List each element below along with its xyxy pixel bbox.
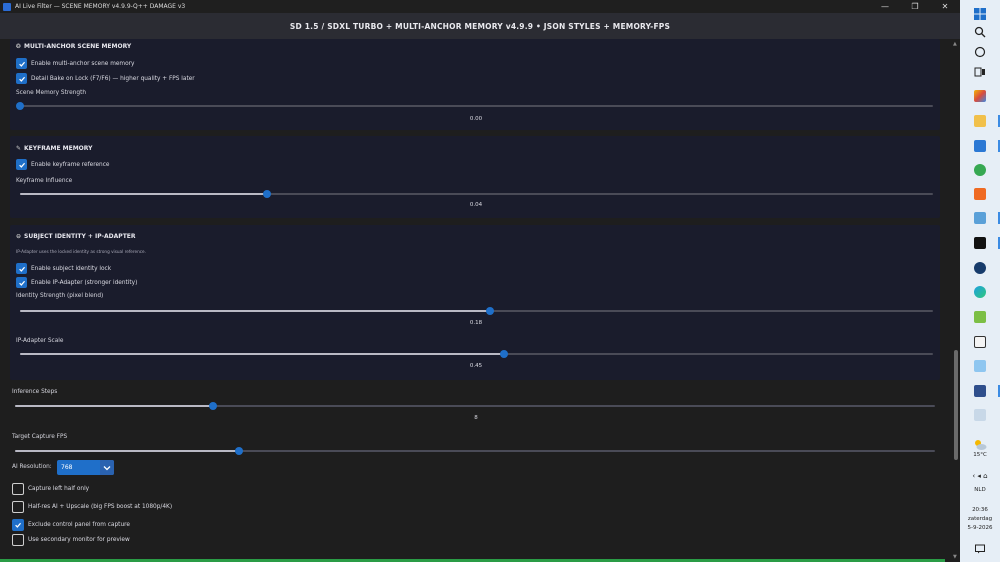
ipadapter-enable-checkbox[interactable]: Enable IP-Adapter (stronger identity) [16,277,137,288]
lock-icon: ⊖ [16,233,22,240]
identity-strength-label: Identity Strength (pixel blend) [16,293,104,299]
scroll-down-icon[interactable]: ▼ [953,554,957,560]
brain-icon: ❂ [16,43,22,50]
capture-left-half-checkbox[interactable]: Capture left half only [12,483,89,495]
slider-thumb[interactable] [499,350,508,358]
scene-memory-heading: ❂ MULTI-ANCHOR SCENE MEMORY [16,43,132,50]
close-button[interactable]: ✕ [930,0,960,13]
checkbox-box[interactable] [12,519,24,531]
target-fps-slider[interactable] [15,447,935,455]
scene-memory-strength-label: Scene Memory Strength [16,90,87,96]
orange-app-icon[interactable] [970,185,990,203]
steam-icon[interactable] [970,259,990,277]
vertical-scrollbar[interactable]: ▲ ▼ [952,39,960,562]
detail-bake-checkbox[interactable]: Detail Bake on Lock (F7/F6) — higher qua… [16,73,195,84]
keyframe-enable-checkbox[interactable]: Enable keyframe reference [16,159,109,170]
app-icon [3,2,11,11]
app-header: SD 1.5 / SDXL TURBO + MULTI-ANCHOR MEMOR… [0,13,960,39]
checkbox-box[interactable] [12,501,24,513]
notification-icon[interactable] [970,540,990,558]
start-icon[interactable] [970,5,990,23]
subject-identity-heading: ⊖ SUBJECT IDENTITY + IP-ADAPTER [16,233,136,240]
settings-scroll-area: ❂ MULTI-ANCHOR SCENE MEMORY Enable multi… [0,39,952,562]
inference-steps-slider[interactable] [15,402,935,410]
clock-time[interactable]: 20:36 [960,507,1000,513]
edge-browser-icon[interactable] [970,283,990,301]
ipadapter-note: IP-Adapter uses the locked identity as s… [16,249,146,254]
checkbox-box[interactable] [16,277,27,288]
keyframe-influence-value: 0.04 [469,202,483,208]
maximize-button[interactable]: ❐ [900,0,930,13]
subject-lock-checkbox[interactable]: Enable subject identity lock [16,263,111,274]
ipadapter-scale-label: IP-Adapter Scale [16,338,64,344]
slider-thumb[interactable] [16,102,24,110]
inference-steps-value: 8 [474,415,478,421]
scroll-up-icon[interactable]: ▲ [953,41,957,47]
ipadapter-scale-slider[interactable] [20,350,933,358]
scene-memory-panel: ❂ MULTI-ANCHOR SCENE MEMORY Enable multi… [10,39,940,130]
slider-thumb[interactable] [234,447,243,455]
viewer-app-icon[interactable] [970,209,990,227]
brush-app-icon[interactable] [970,406,990,424]
paint-app-icon[interactable] [970,87,990,105]
scene-memory-enable-checkbox[interactable]: Enable multi-anchor scene memory [16,58,134,69]
green-app-icon[interactable] [970,161,990,179]
store-app-icon[interactable] [970,137,990,155]
ipadapter-scale-value: 0.45 [469,363,483,369]
keyframe-influence-slider[interactable] [20,190,933,198]
checkbox-box[interactable] [16,263,27,274]
slider-thumb[interactable] [486,307,495,315]
inference-steps-label: Inference Steps [12,389,58,395]
ai-resolution-label: AI Resolution: [12,464,52,470]
minimize-button[interactable]: — [870,0,900,13]
search-icon[interactable] [970,23,990,41]
ai-resolution-value: 768 [61,464,73,471]
iv-app-icon[interactable] [970,333,990,351]
checkbox-box[interactable] [12,483,24,495]
photos-app-icon[interactable] [970,308,990,326]
identity-strength-value: 0.18 [469,320,483,326]
slider-thumb[interactable] [208,402,217,410]
identity-strength-slider[interactable] [20,307,933,315]
weather-temp: 15°C [973,452,987,458]
tray-icons[interactable]: ‹ ◂ ⌂ [960,472,1000,480]
chevron-down-icon[interactable] [100,460,114,475]
slider-thumb[interactable] [262,190,271,198]
task-view-icon[interactable] [970,63,990,81]
taskbar: 15°C ‹ ◂ ⌂ NLD 20:36 zaterdag 5-9-2026 [960,0,1000,562]
window-title: AI Live Filter — SCENE MEMORY v4.9.9-Q++… [15,3,186,10]
keyframe-panel: ✎ KEYFRAME MEMORY Enable keyframe refere… [10,136,940,218]
target-fps-label: Target Capture FPS [12,434,68,440]
scene-memory-strength-value: 0.00 [469,116,483,122]
checkbox-box[interactable] [16,58,27,69]
exclude-control-panel-checkbox[interactable]: Exclude control panel from capture [12,519,130,531]
keyframe-heading: ✎ KEYFRAME MEMORY [16,145,93,152]
pin-icon: ✎ [16,145,22,152]
language-indicator[interactable]: NLD [960,487,1000,493]
halfres-upscale-checkbox[interactable]: Half-res AI + Upscale (big FPS boost at … [12,501,172,513]
scrollbar-thumb[interactable] [954,350,958,460]
keyframe-influence-label: Keyframe Influence [16,178,73,184]
control-panel-icon[interactable] [970,357,990,375]
chat-icon[interactable] [970,43,990,61]
ai-resolution-dropdown[interactable]: 768 [57,460,114,475]
terminal-icon[interactable] [970,234,990,252]
checkbox-box[interactable] [12,534,24,546]
clock-date: 5-9-2026 [967,525,993,531]
ai-live-filter-icon[interactable] [970,382,990,400]
subject-identity-panel: ⊖ SUBJECT IDENTITY + IP-ADAPTER IP-Adapt… [10,225,940,380]
file-explorer-icon[interactable] [970,112,990,130]
window-title-bar: AI Live Filter — SCENE MEMORY v4.9.9-Q++… [0,0,960,13]
scene-memory-strength-slider[interactable] [16,102,933,110]
secondary-monitor-checkbox[interactable]: Use secondary monitor for preview [12,534,130,546]
app-header-text: SD 1.5 / SDXL TURBO + MULTI-ANCHOR MEMOR… [289,21,671,31]
clock-day: zaterdag [967,516,993,522]
checkbox-box[interactable] [16,73,27,84]
checkbox-box[interactable] [16,159,27,170]
